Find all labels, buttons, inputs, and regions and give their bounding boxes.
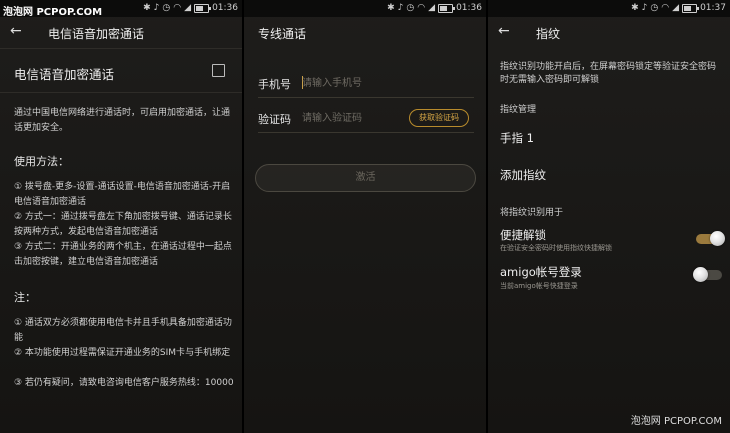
toggle-knob (693, 267, 708, 282)
page-title: 电信语音加密通话 (48, 27, 145, 41)
note-line-1: ① 通话双方必须都使用电信卡并且手机具备加密通话功能 (14, 318, 232, 343)
note-title: 注： (14, 291, 36, 304)
watermark-top-left: 泡泡网 PCPOP.COM (3, 7, 103, 18)
quick-unlock-label: 便捷解锁 (500, 228, 546, 242)
alarm-icon: ◷ (650, 3, 659, 13)
usage-line-2: ② 方式一：通过拨号盘左下角加密拨号键、通话记录长按两种方式，发起电信语音加密通… (14, 212, 232, 237)
code-input[interactable] (302, 110, 402, 126)
fingerprint-description: 指纹识别功能开启后，在屏幕密码锁定等验证安全密码时无需输入密码即可解锁 (500, 62, 717, 85)
code-label: 验证码 (258, 113, 291, 126)
usage-line-1: ① 拨号盘-更多-设置-通话设置-电信语音加密通话-开启电信语音加密通话 (14, 182, 231, 207)
title-bar: ← 指纹 (488, 17, 730, 47)
amigo-login-sub: 当前amigo帐号快捷登录 (500, 282, 578, 290)
status-bar: ✱ ♪ ◷ ◠ ◢ 01:36 (244, 0, 486, 17)
amigo-login-label: amigo帐号登录 (500, 265, 582, 279)
alarm-icon: ◷ (406, 3, 415, 13)
dedicated-line-call-screen: ✱ ♪ ◷ ◠ ◢ 01:36 专线通话 手机号 验证码 获取验证码 激活 (244, 0, 486, 433)
status-bar: ✱ ♪ ◷ ◠ ◢ 01:37 (488, 0, 730, 17)
code-underline (258, 132, 474, 133)
divider (0, 48, 242, 49)
section-use-for: 将指纹识别用于 (500, 208, 564, 218)
bluetooth-icon: ✱ (143, 3, 151, 13)
intro-text: 通过中国电信网络进行通话时，可启用加密通话，让通话更加安全。 (14, 108, 231, 133)
status-time: 01:36 (456, 3, 482, 13)
toggle-knob (710, 231, 725, 246)
watermark-bottom-right: 泡泡网 PCPOP.COM (630, 416, 722, 427)
battery-icon (682, 4, 700, 13)
encrypted-call-heading: 电信语音加密通话 (14, 67, 115, 82)
note-line-3: ③ 若仍有疑问，请致电咨询电信客户服务热线：10000 (14, 378, 234, 388)
wifi-icon: ◠ (661, 3, 670, 13)
divider (0, 92, 242, 93)
note-line-2: ② 本功能使用过程需保证开通业务的SIM卡与手机绑定 (14, 348, 231, 358)
title-bar: 专线通话 (244, 17, 486, 47)
mute-icon: ♪ (153, 3, 160, 13)
signal-icon: ◢ (184, 3, 192, 13)
fingerprint-item-1[interactable]: 手指 1 (500, 130, 534, 146)
battery-icon (194, 4, 212, 13)
page-title: 专线通话 (258, 27, 307, 41)
back-arrow-icon[interactable]: ← (10, 23, 22, 39)
quick-unlock-toggle[interactable] (696, 231, 725, 246)
status-time: 01:37 (700, 3, 726, 13)
bluetooth-icon: ✱ (631, 3, 639, 13)
signal-icon: ◢ (672, 3, 680, 13)
signal-icon: ◢ (428, 3, 436, 13)
status-bar: 泡泡网 PCPOP.COM ✱ ♪ ◷ ◠ ◢ 01:36 (0, 0, 242, 18)
add-fingerprint-item[interactable]: 添加指纹 (500, 167, 546, 183)
battery-icon (438, 4, 456, 13)
mute-icon: ♪ (397, 3, 404, 13)
fingerprint-screen: ✱ ♪ ◷ ◠ ◢ 01:37 ← 指纹 指纹识别功能开启后，在屏幕密码锁定等验… (488, 0, 730, 433)
bluetooth-icon: ✱ (387, 3, 395, 13)
encrypted-call-checkbox[interactable] (212, 64, 225, 77)
encrypted-call-screen: 泡泡网 PCPOP.COM ✱ ♪ ◷ ◠ ◢ 01:36 ← 电信语音加密通话… (0, 0, 242, 433)
back-arrow-icon[interactable]: ← (498, 23, 510, 39)
section-fingerprint-manage: 指纹管理 (500, 105, 537, 115)
alarm-icon: ◷ (162, 3, 171, 13)
title-bar: ← 电信语音加密通话 (0, 17, 242, 47)
page-title: 指纹 (536, 27, 561, 41)
usage-title: 使用方法： (14, 155, 69, 168)
phone-label: 手机号 (258, 78, 291, 91)
quick-unlock-sub: 在验证安全密码时使用指纹快捷解锁 (500, 244, 612, 252)
get-code-button[interactable]: 获取验证码 (409, 109, 469, 127)
wifi-icon: ◠ (417, 3, 426, 13)
phone-underline (258, 97, 474, 98)
amigo-login-toggle[interactable] (693, 267, 722, 282)
mute-icon: ♪ (641, 3, 648, 13)
phone-input[interactable] (302, 75, 472, 91)
activate-button[interactable]: 激活 (255, 164, 476, 192)
status-time: 01:36 (212, 3, 238, 13)
usage-line-3: ③ 方式二：开通业务的两个机主，在通话过程中一起点击加密按键，建立电信语音加密通… (14, 242, 232, 267)
wifi-icon: ◠ (173, 3, 182, 13)
